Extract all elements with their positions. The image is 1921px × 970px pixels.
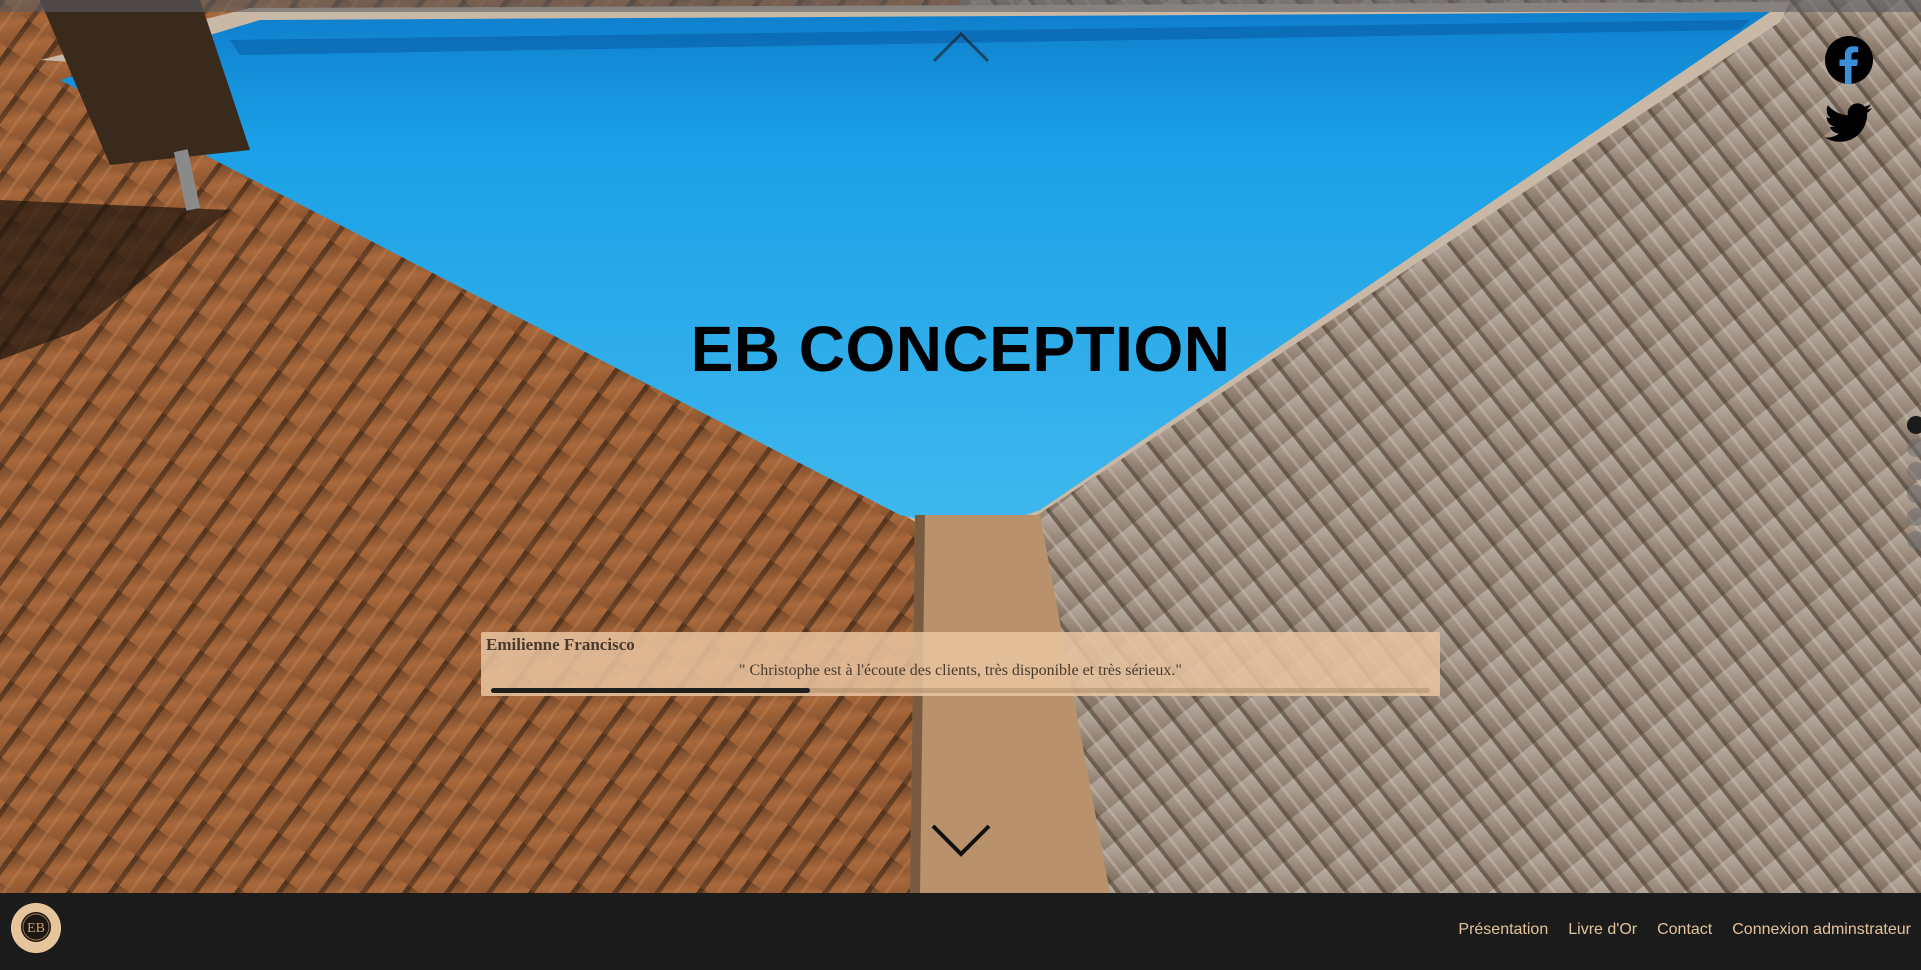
review-progress-fill	[491, 688, 811, 693]
section-dot[interactable]	[1907, 439, 1921, 457]
section-dot[interactable]	[1907, 485, 1921, 503]
site-title: EB CONCEPTION	[690, 313, 1231, 385]
review-progress-bar	[491, 688, 1430, 693]
section-dot[interactable]	[1907, 462, 1921, 480]
section-dot[interactable]	[1907, 508, 1921, 526]
review-quote: " Christophe est à l'écoute des clients,…	[739, 662, 1182, 679]
twitter-icon[interactable]	[1824, 102, 1873, 149]
section-dots-nav	[1901, 416, 1921, 554]
chevron-up-icon[interactable]	[931, 30, 991, 64]
nav-link-presentation[interactable]: Présentation	[1458, 921, 1548, 939]
section-dot[interactable]	[1907, 531, 1921, 549]
bottom-navbar: EB Présentation Livre d'Or Contact Conne…	[0, 893, 1921, 970]
section-dot[interactable]	[1907, 416, 1921, 434]
review-author: Emilienne Francisco	[486, 635, 635, 654]
nav-link-contact[interactable]: Contact	[1657, 921, 1712, 939]
svg-text:EB: EB	[27, 921, 45, 936]
nav-link-livre-dor[interactable]: Livre d'Or	[1568, 921, 1637, 939]
pool-deck-background-image	[0, 0, 1921, 893]
nav-link-admin-login[interactable]: Connexion adminstrateur	[1732, 921, 1911, 939]
hero-section: EB CONCEPTION Emilienne Francisco " Chri…	[0, 0, 1921, 893]
review-card: Emilienne Francisco " Christophe est à l…	[481, 632, 1440, 696]
facebook-icon[interactable]	[1825, 36, 1873, 89]
eb-logo-icon[interactable]: EB	[11, 903, 61, 953]
nav-links: Présentation Livre d'Or Contact Connexio…	[1438, 921, 1911, 939]
chevron-down-icon[interactable]	[930, 822, 992, 858]
